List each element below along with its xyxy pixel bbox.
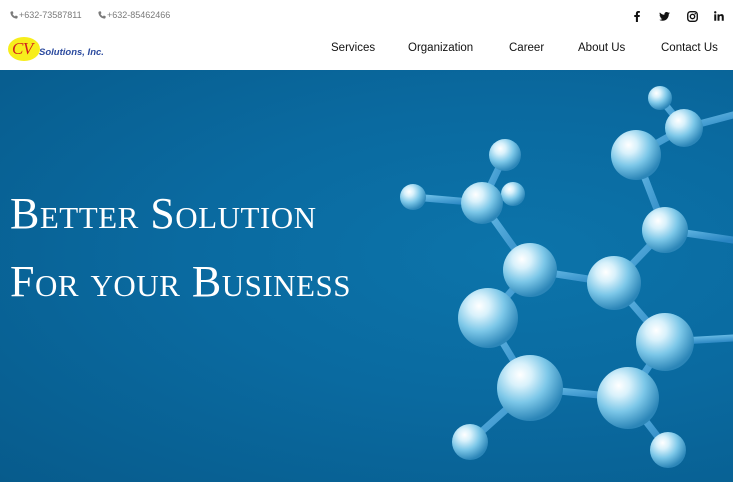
top-bar: +632-73587811 +632-85462466 bbox=[0, 0, 733, 32]
hero-banner: Better Solution For your Business bbox=[0, 70, 733, 482]
twitter-icon[interactable] bbox=[658, 10, 670, 22]
linkedin-icon[interactable] bbox=[713, 10, 725, 22]
facebook-icon[interactable] bbox=[631, 10, 643, 22]
hero-headline-line-1: Better Solution bbox=[10, 189, 317, 238]
logo-text: Solutions, Inc. bbox=[39, 47, 104, 58]
phone-number-1[interactable]: +632-73587811 bbox=[10, 10, 82, 20]
nav-career[interactable]: Career bbox=[509, 42, 544, 54]
phone-number-2[interactable]: +632-85462466 bbox=[98, 10, 170, 20]
company-logo[interactable]: CV Solutions, Inc. bbox=[8, 37, 118, 65]
hero-headline-line-2: For your Business bbox=[10, 257, 351, 306]
phone-number-2-text: +632-85462466 bbox=[107, 10, 171, 20]
instagram-icon[interactable] bbox=[686, 10, 698, 22]
molecule-atoms bbox=[400, 86, 703, 468]
phone-icon bbox=[10, 11, 18, 19]
nav-about-us[interactable]: About Us bbox=[578, 42, 625, 54]
logo-mark: CV bbox=[12, 39, 33, 58]
phone-icon bbox=[98, 11, 106, 19]
nav-contact-us[interactable]: Contact Us bbox=[661, 42, 718, 54]
main-header: CV Solutions, Inc. Services Organization… bbox=[0, 32, 733, 70]
phone-number-1-text: +632-73587811 bbox=[19, 10, 82, 20]
nav-services[interactable]: Services bbox=[331, 42, 375, 54]
nav-organization[interactable]: Organization bbox=[408, 42, 473, 54]
